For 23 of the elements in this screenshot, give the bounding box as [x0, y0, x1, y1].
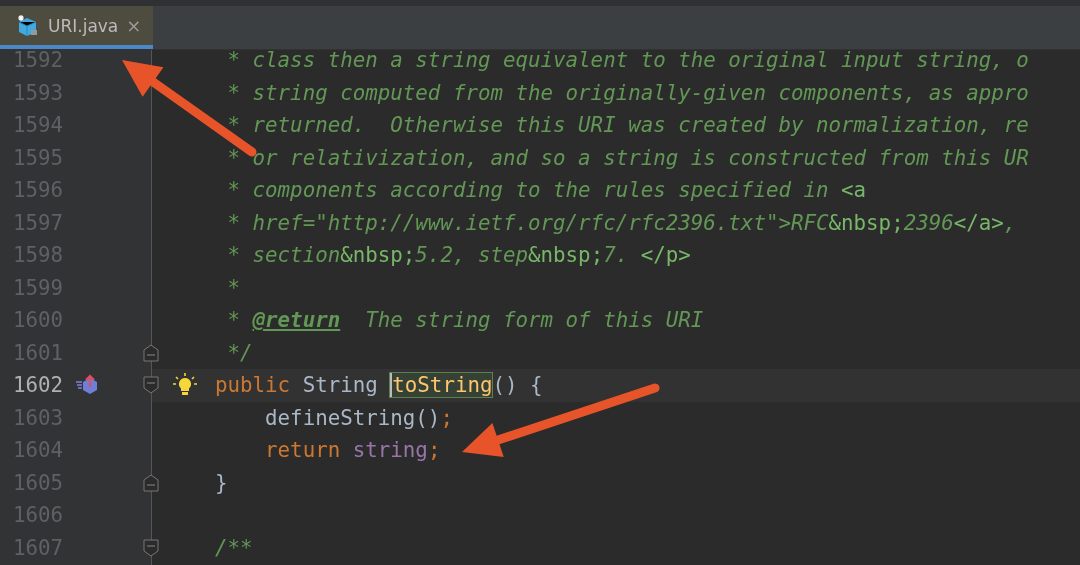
fold-marker-icon[interactable]	[142, 538, 160, 557]
code-line: * class then a string equivalent to the original input string, o	[226, 50, 1029, 73]
code-line: * href="http://www.ietf.org/rfc/rfc2396.txt">RFC&nbsp;2396</a>,	[226, 210, 1017, 235]
line-number: 1602	[11, 373, 63, 398]
code-line: */	[226, 340, 253, 365]
code-line: * section&nbsp;5.2, step&nbsp;7. </p>	[226, 243, 691, 268]
code-line: * or relativization, and so a string is constructed from this UR	[226, 145, 1029, 170]
code-line: public String toString() {	[215, 373, 543, 398]
code-line: * returned. Otherwise this URI was created by normalization, re	[226, 113, 1029, 138]
override-icon[interactable]	[75, 374, 99, 397]
file-tab[interactable]: URI.java ×	[0, 6, 154, 49]
close-icon[interactable]: ×	[126, 15, 142, 36]
code-line: }	[215, 470, 228, 495]
fold-marker-icon[interactable]	[142, 376, 160, 394]
code-line: /**	[215, 535, 253, 560]
code-line: *	[226, 275, 241, 300]
code-line: return string;	[264, 438, 441, 463]
code-line: * components according to the rules specified in <a	[226, 178, 867, 203]
code-line: * string computed from the originally-given components, as appro	[226, 80, 1029, 105]
code-line: * @return The string form of this URI	[226, 308, 704, 333]
lightbulb-icon[interactable]	[172, 372, 198, 398]
code-line: defineString();	[264, 405, 453, 430]
java-file-icon	[16, 13, 40, 38]
